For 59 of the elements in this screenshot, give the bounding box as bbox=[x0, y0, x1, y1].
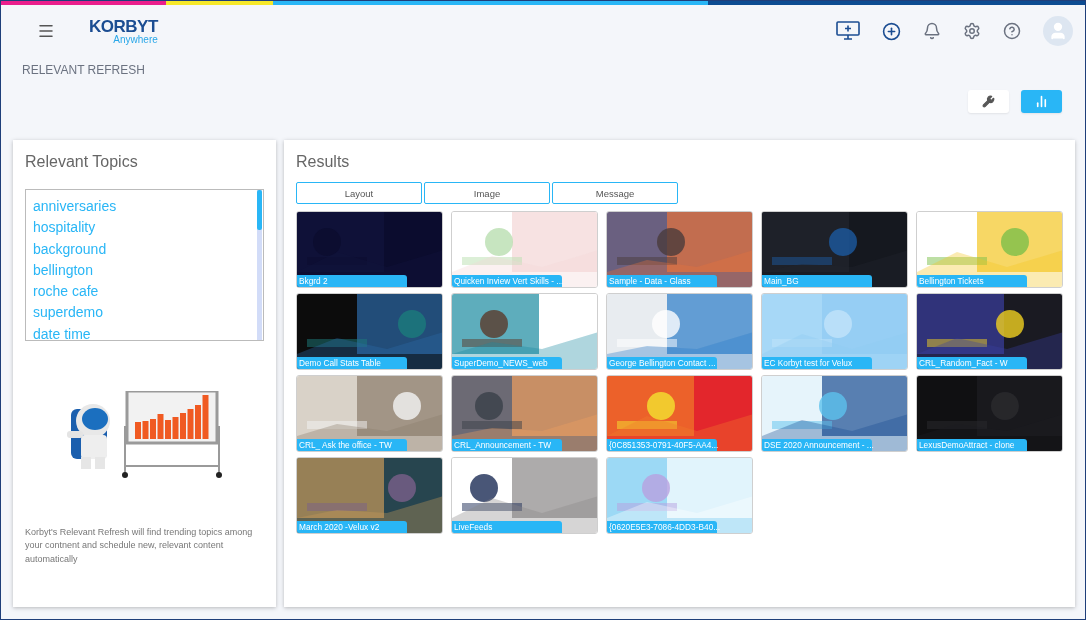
content-thumbnail[interactable]: George Bellington Contact ... bbox=[606, 293, 753, 370]
notifications-button[interactable] bbox=[923, 22, 941, 40]
topic-item[interactable]: superdemo bbox=[33, 302, 263, 324]
content-thumbnail[interactable]: Bellington Tickets bbox=[916, 211, 1063, 288]
settings-button[interactable] bbox=[963, 22, 981, 40]
thumbnail-label: CRL_Random_Fact - W bbox=[917, 357, 1027, 369]
filter-button[interactable]: Message bbox=[552, 182, 678, 204]
astronaut-drawing bbox=[67, 404, 110, 469]
content-thumbnail[interactable]: CRL_Random_Fact - W bbox=[916, 293, 1063, 370]
logo: KORBYT Anywhere bbox=[89, 17, 158, 45]
topic-item[interactable]: roche cafe bbox=[33, 281, 263, 303]
add-display-icon[interactable] bbox=[836, 21, 860, 41]
description-text: Korbyt's Relevant Refresh will find trending topics among your contnent and schedule new, relevant content automatically bbox=[25, 525, 254, 566]
add-button[interactable] bbox=[882, 21, 901, 41]
content-thumbnail[interactable]: March 2020 -Velux v2 bbox=[296, 457, 443, 534]
thumbnail-label: CRL_ Ask the office - TW bbox=[297, 439, 407, 451]
thumbnail-label: George Bellington Contact ... bbox=[607, 357, 717, 369]
filter-button[interactable]: Image bbox=[424, 182, 550, 204]
wrench-icon bbox=[982, 95, 995, 108]
thumbnail-label: Sample - Data - Glass bbox=[607, 275, 717, 287]
thumbnail-label: SuperDemo_NEWS_web bbox=[452, 357, 562, 369]
panel-title: Results bbox=[296, 153, 351, 172]
content-thumbnail[interactable]: CRL_ Ask the office - TW bbox=[296, 375, 443, 452]
thumbnail-label: EC Korbyt test for Velux bbox=[762, 357, 872, 369]
content-thumbnail[interactable]: SuperDemo_NEWS_web bbox=[451, 293, 598, 370]
content-thumbnail[interactable]: Main_BG bbox=[761, 211, 908, 288]
thumbnail-label: Main_BG bbox=[762, 275, 872, 287]
content-thumbnail[interactable]: LiveFeeds bbox=[451, 457, 598, 534]
help-button[interactable] bbox=[1003, 22, 1021, 40]
thumbnail-label: Demo Call Stats Table bbox=[297, 357, 407, 369]
thumbnail-label: Quicken Inview Vert Skills - ... bbox=[452, 275, 562, 287]
thumbnail-label: LiveFeeds bbox=[452, 521, 562, 533]
filter-button[interactable]: Layout bbox=[296, 182, 422, 204]
thumbnail-label: CRL_Announcement - TW bbox=[452, 439, 562, 451]
content-thumbnail[interactable]: DSE 2020 Announcement - ... bbox=[761, 375, 908, 452]
bar-chart-icon bbox=[1035, 95, 1048, 108]
thumbnail-label: LexusDemoAttract - clone bbox=[917, 439, 1027, 451]
content-thumbnail[interactable]: Sample - Data - Glass bbox=[606, 211, 753, 288]
topic-item[interactable]: anniversaries bbox=[33, 196, 263, 218]
topic-item[interactable]: bellington bbox=[33, 259, 263, 282]
content-thumbnail[interactable]: CRL_Announcement - TW bbox=[451, 375, 598, 452]
topic-item[interactable]: hospitality bbox=[33, 217, 263, 239]
topic-item[interactable]: background bbox=[33, 238, 263, 260]
page-title: RELEVANT REFRESH bbox=[21, 62, 146, 79]
topic-item[interactable]: date time bbox=[33, 323, 263, 340]
tools-button[interactable] bbox=[968, 90, 1009, 113]
menu-button[interactable] bbox=[37, 22, 55, 40]
chart-button[interactable] bbox=[1021, 90, 1062, 113]
panel-title: Relevant Topics bbox=[25, 153, 139, 172]
thumbnail-label: March 2020 -Velux v2 bbox=[297, 521, 407, 533]
content-thumbnail[interactable]: Quicken Inview Vert Skills - ... bbox=[451, 211, 598, 288]
scrollbar[interactable] bbox=[257, 190, 262, 340]
content-thumbnail[interactable]: Bkgrd 2 bbox=[296, 211, 443, 288]
thumbnail-label: Bkgrd 2 bbox=[297, 275, 407, 287]
content-thumbnail[interactable]: EC Korbyt test for Velux bbox=[761, 293, 908, 370]
thumbnail-label: DSE 2020 Announcement - ... bbox=[762, 439, 872, 451]
content-thumbnail[interactable]: LexusDemoAttract - clone bbox=[916, 375, 1063, 452]
thumbnail-label: Bellington Tickets bbox=[917, 275, 1027, 287]
content-thumbnail[interactable]: Demo Call Stats Table bbox=[296, 293, 443, 370]
